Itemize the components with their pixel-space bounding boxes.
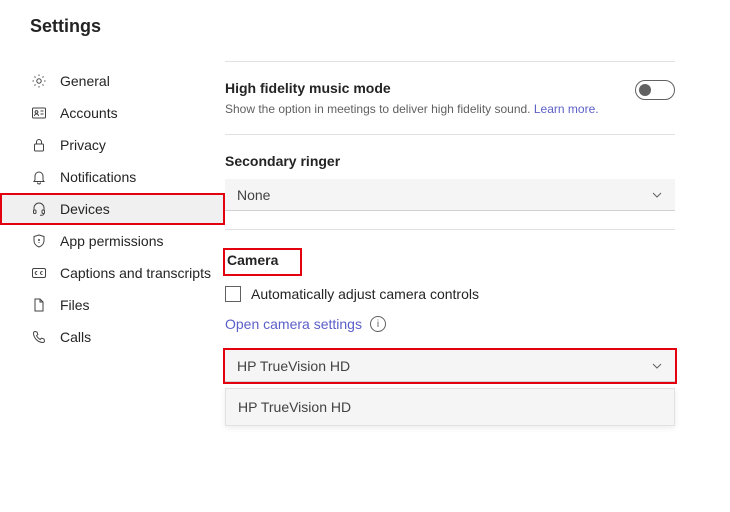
hf-music-desc: Show the option in meetings to deliver h…: [225, 102, 599, 116]
sidebar-item-accounts[interactable]: Accounts: [0, 97, 225, 129]
sidebar-item-label: App permissions: [60, 233, 164, 249]
hf-music-title: High fidelity music mode: [225, 80, 599, 96]
sidebar-item-general[interactable]: General: [0, 65, 225, 97]
gear-icon: [30, 72, 48, 90]
auto-adjust-row: Automatically adjust camera controls: [225, 286, 675, 302]
sidebar-item-notifications[interactable]: Notifications: [0, 161, 225, 193]
sidebar-item-label: General: [60, 73, 110, 89]
sidebar-item-privacy[interactable]: Privacy: [0, 129, 225, 161]
file-icon: [30, 296, 48, 314]
secondary-ringer-title: Secondary ringer: [225, 153, 675, 169]
learn-more-link[interactable]: Learn more.: [534, 102, 599, 116]
hf-music-toggle[interactable]: [635, 80, 675, 100]
auto-adjust-checkbox[interactable]: [225, 286, 241, 302]
select-value: HP TrueVision HD: [237, 358, 350, 374]
secondary-ringer-select[interactable]: None: [225, 179, 675, 211]
sidebar-item-label: Devices: [60, 201, 110, 217]
sidebar-item-devices[interactable]: Devices: [0, 193, 225, 225]
camera-dropdown-panel: HP TrueVision HD: [225, 388, 675, 426]
page-title: Settings: [0, 0, 730, 53]
sidebar-item-calls[interactable]: Calls: [0, 321, 225, 353]
camera-select[interactable]: HP TrueVision HD: [225, 350, 675, 382]
hf-music-section: High fidelity music mode Show the option…: [225, 62, 675, 134]
open-camera-settings-link[interactable]: Open camera settings: [225, 316, 362, 332]
info-icon[interactable]: i: [370, 316, 386, 332]
sidebar-item-label: Notifications: [60, 169, 136, 185]
camera-title: Camera: [227, 252, 278, 268]
sidebar-item-captions[interactable]: Captions and transcripts: [0, 257, 225, 289]
settings-main: High fidelity music mode Show the option…: [225, 53, 730, 432]
sidebar-item-label: Privacy: [60, 137, 106, 153]
lock-icon: [30, 136, 48, 154]
cc-icon: [30, 264, 48, 282]
chevron-down-icon: [651, 360, 663, 372]
camera-option[interactable]: HP TrueVision HD: [226, 389, 674, 425]
secondary-ringer-section: Secondary ringer None: [225, 135, 675, 229]
shield-icon: [30, 232, 48, 250]
settings-sidebar: General Accounts Privacy Notifications D: [0, 53, 225, 432]
sidebar-item-label: Calls: [60, 329, 91, 345]
id-card-icon: [30, 104, 48, 122]
sidebar-item-files[interactable]: Files: [0, 289, 225, 321]
sidebar-item-app-permissions[interactable]: App permissions: [0, 225, 225, 257]
headset-icon: [30, 200, 48, 218]
camera-title-highlight: Camera: [223, 248, 302, 276]
sidebar-item-label: Files: [60, 297, 90, 313]
phone-icon: [30, 328, 48, 346]
sidebar-item-label: Captions and transcripts: [60, 265, 211, 281]
bell-icon: [30, 168, 48, 186]
select-value: None: [237, 187, 270, 203]
auto-adjust-label: Automatically adjust camera controls: [251, 286, 479, 302]
sidebar-item-label: Accounts: [60, 105, 118, 121]
chevron-down-icon: [651, 189, 663, 201]
camera-section: Camera Automatically adjust camera contr…: [225, 230, 675, 432]
